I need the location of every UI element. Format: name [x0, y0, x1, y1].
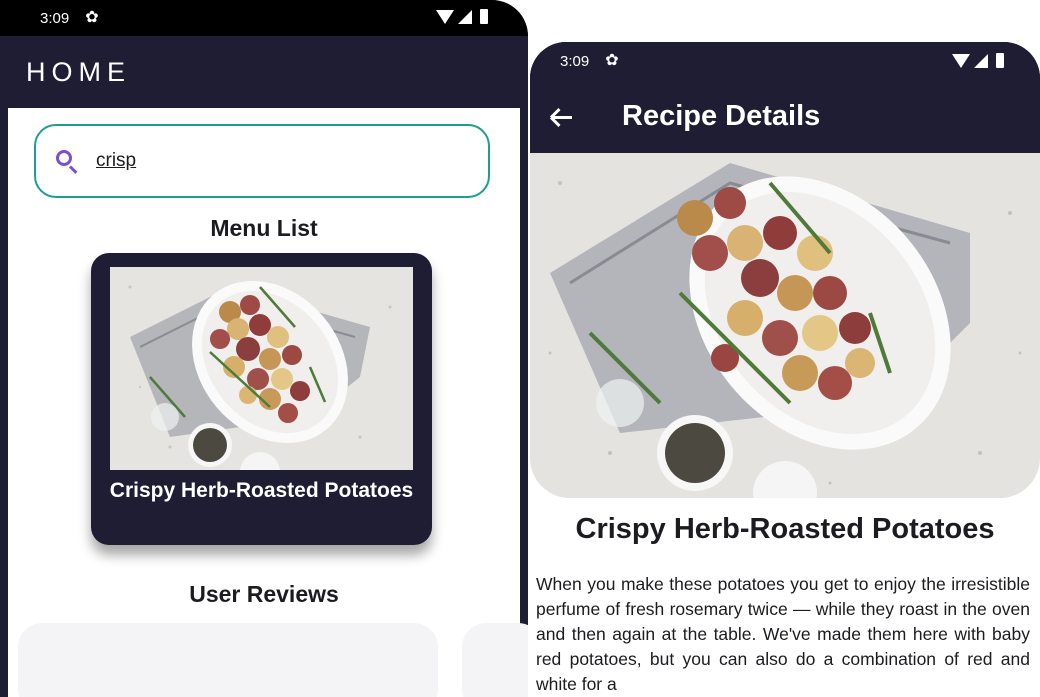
status-time: 3:09	[40, 9, 70, 27]
recipe-content: Crispy Herb-Roasted Potatoes When you ma…	[530, 153, 1040, 697]
recipe-thumbnail-image	[110, 267, 413, 470]
battery-icon	[996, 53, 1004, 68]
search-input[interactable]: crisp	[34, 124, 490, 198]
gear-icon: ✿	[605, 52, 619, 69]
recipe-title: Crispy Herb-Roasted Potatoes	[575, 513, 995, 545]
menu-card[interactable]: Crispy Herb-Roasted Potatoes	[91, 253, 432, 545]
menu-item-title: Crispy Herb-Roasted Potatoes	[109, 479, 414, 502]
back-arrow-icon[interactable]	[548, 104, 574, 130]
user-reviews-heading: User Reviews	[189, 581, 339, 607]
home-content: crisp Menu List Crispy Herb-Roasted Pota…	[8, 108, 528, 697]
status-bar: 3:09 ✿	[0, 0, 528, 36]
gear-icon: ✿	[85, 9, 99, 26]
app-bar: HOME	[0, 36, 528, 108]
status-bar: 3:09 ✿	[530, 42, 1040, 80]
page-title: Recipe Details	[622, 100, 821, 132]
wifi-icon	[436, 9, 454, 24]
wifi-icon	[952, 53, 970, 68]
recipe-hero-image	[530, 153, 1040, 498]
status-icons	[436, 9, 488, 24]
home-screen: 3:09 ✿ HOME crisp Menu List Crispy Herb-…	[0, 0, 528, 697]
search-input-value[interactable]: crisp	[96, 150, 136, 172]
status-time: 3:09	[560, 52, 590, 70]
review-card[interactable]	[18, 623, 438, 697]
page-title: HOME	[26, 56, 131, 87]
recipe-details-screen: 3:09 ✿ Recipe Details Crispy Herb-Roaste…	[530, 42, 1040, 697]
status-icons	[952, 53, 1004, 68]
menu-list-heading: Menu List	[210, 215, 318, 241]
app-bar: Recipe Details	[530, 80, 1040, 153]
search-icon	[54, 148, 80, 174]
cell-signal-icon	[974, 53, 988, 68]
recipe-description: When you make these potatoes you get to …	[536, 574, 1030, 694]
battery-icon	[480, 9, 488, 24]
review-card[interactable]	[462, 623, 528, 697]
cell-signal-icon	[458, 9, 472, 24]
